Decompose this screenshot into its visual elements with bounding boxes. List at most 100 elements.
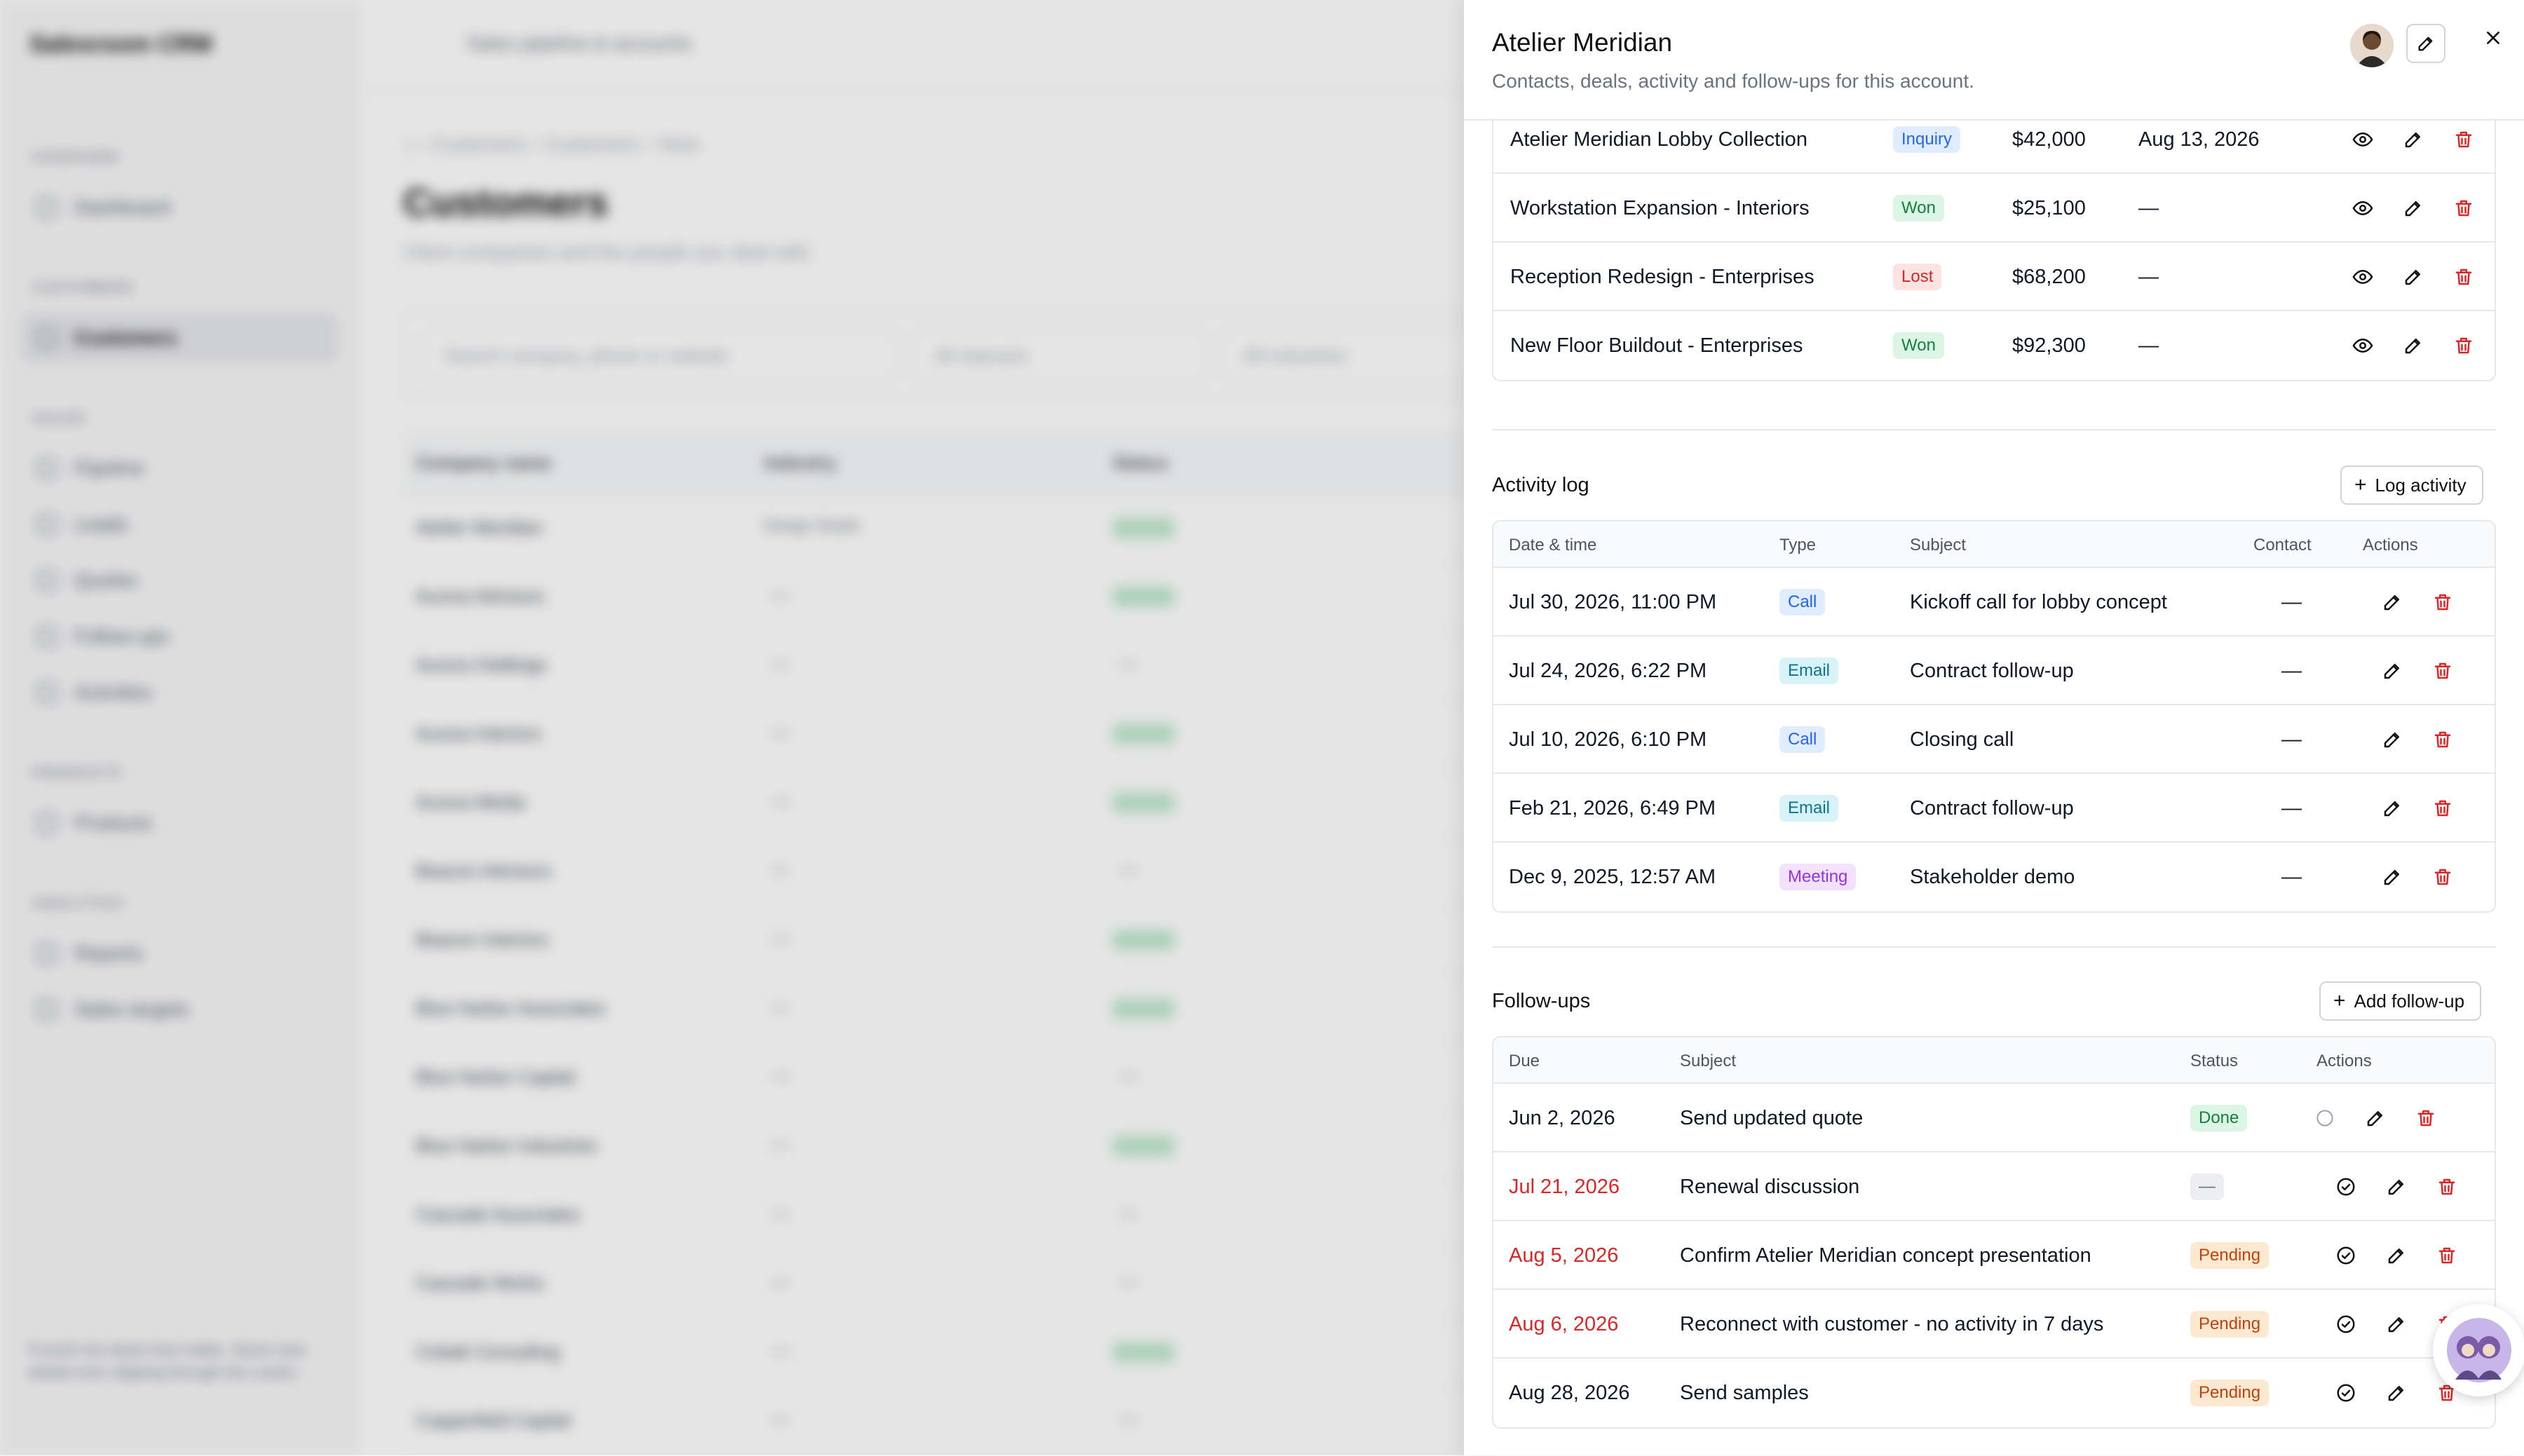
trash-icon	[2436, 1176, 2457, 1197]
activity-type-badge: Call	[1779, 568, 1826, 637]
follow-ups-title: Follow-ups	[1492, 990, 1591, 1012]
column-header: Date & time	[1509, 536, 1597, 554]
table-row[interactable]: Jul 30, 2026, 11:00 PM Call Kickoff call f…	[1493, 568, 2495, 637]
table-row[interactable]: Jul 10, 2026, 6:10 PM Call Closing call —	[1493, 705, 2495, 774]
table-row[interactable]: Reception Redesign - Enterprises Lost $68,…	[1493, 243, 2495, 311]
activity-contact: —	[2281, 728, 2302, 751]
delete-follow-up-button[interactable]	[2412, 1104, 2440, 1132]
delete-follow-up-button[interactable]	[2433, 1173, 2461, 1201]
trash-icon	[2432, 798, 2453, 819]
add-follow-up-button[interactable]: + Add follow-up	[2319, 981, 2482, 1021]
status-badge: Call	[1779, 726, 1826, 753]
deal-stage-badge: Lost	[1893, 243, 1942, 311]
deal-name: Reception Redesign - Enterprises	[1510, 265, 1814, 288]
follow-up-status-badge: —	[2190, 1152, 2224, 1221]
edit-activity-button[interactable]	[2378, 794, 2406, 822]
view-deal-button[interactable]	[2349, 263, 2377, 291]
view-deal-button[interactable]	[2349, 194, 2377, 222]
section-divider	[1492, 429, 2496, 430]
delete-deal-button[interactable]	[2450, 263, 2478, 291]
drawer-subtitle: Contacts, deals, activity and follow-ups…	[1492, 70, 1974, 92]
follow-up-due-date: Jul 21, 2026	[1509, 1175, 1620, 1198]
delete-activity-button[interactable]	[2429, 588, 2457, 616]
close-drawer-button[interactable]	[2479, 24, 2507, 52]
check-circle-icon	[2335, 1314, 2356, 1335]
table-row[interactable]: Jul 21, 2026 Renewal discussion —	[1493, 1152, 2495, 1221]
delete-follow-up-button[interactable]	[2433, 1241, 2461, 1270]
log-activity-button[interactable]: + Log activity	[2340, 465, 2483, 505]
delete-deal-button[interactable]	[2450, 125, 2478, 154]
delete-deal-button[interactable]	[2450, 332, 2478, 360]
edit-activity-button[interactable]	[2378, 726, 2406, 754]
follow-up-subject: Send samples	[1680, 1381, 1809, 1404]
follow-up-due-date: Jun 2, 2026	[1509, 1106, 1615, 1129]
activity-subject: Contract follow-up	[1910, 796, 2074, 819]
delete-deal-button[interactable]	[2450, 194, 2478, 222]
follow-up-status-badge: Pending	[2190, 1221, 2269, 1290]
deal-value: $68,200	[2012, 265, 2086, 288]
table-row[interactable]: Jul 24, 2026, 6:22 PM Email Contract follo…	[1493, 637, 2495, 705]
mark-done-button[interactable]	[2332, 1173, 2360, 1201]
activity-date: Jul 30, 2026, 11:00 PM	[1509, 590, 1717, 613]
mark-done-button[interactable]	[2332, 1241, 2360, 1270]
mark-pending-toggle[interactable]	[2311, 1104, 2339, 1132]
trash-icon	[2432, 729, 2453, 750]
edit-deal-button[interactable]	[2399, 194, 2427, 222]
edit-follow-up-button[interactable]	[2382, 1241, 2410, 1270]
edit-activity-button[interactable]	[2378, 863, 2406, 891]
activity-subject: Stakeholder demo	[1910, 865, 2075, 888]
modal-backdrop[interactable]	[0, 0, 1464, 1455]
edit-follow-up-button[interactable]	[2382, 1173, 2410, 1201]
mark-done-button[interactable]	[2332, 1379, 2360, 1407]
mark-done-button[interactable]	[2332, 1310, 2360, 1338]
column-header: Contact	[2253, 536, 2312, 554]
avatar-person-icon	[2350, 24, 2394, 67]
table-row[interactable]: Dec 9, 2025, 12:57 AM Meeting Stakeholder …	[1493, 843, 2495, 911]
edit-account-button[interactable]	[2406, 24, 2445, 63]
assistant-chat-bubble[interactable]	[2433, 1304, 2524, 1396]
view-deal-button[interactable]	[2349, 332, 2377, 360]
deal-close-date: —	[2138, 196, 2159, 219]
deal-stage-badge: Won	[1893, 174, 1944, 243]
delete-activity-button[interactable]	[2429, 726, 2457, 754]
eye-icon	[2352, 266, 2373, 287]
circle-icon	[2314, 1108, 2335, 1129]
check-circle-icon	[2335, 1382, 2356, 1403]
table-body: Jun 2, 2026 Send updated quote Done Jul 21,…	[1493, 1084, 2495, 1427]
follow-up-subject: Renewal discussion	[1680, 1175, 1860, 1198]
table-row[interactable]: Aug 28, 2026 Send samples Pending	[1493, 1359, 2495, 1427]
pencil-icon	[2365, 1108, 2386, 1129]
section-divider	[1492, 946, 2496, 948]
view-deal-button[interactable]	[2349, 125, 2377, 154]
activity-type-badge: Meeting	[1779, 843, 1857, 911]
activity-date: Dec 9, 2025, 12:57 AM	[1509, 865, 1716, 888]
edit-follow-up-button[interactable]	[2382, 1379, 2410, 1407]
edit-deal-button[interactable]	[2399, 332, 2427, 360]
status-badge: Won	[1893, 332, 1944, 359]
delete-activity-button[interactable]	[2429, 657, 2457, 685]
table-row[interactable]: Jun 2, 2026 Send updated quote Done	[1493, 1084, 2495, 1152]
edit-activity-button[interactable]	[2378, 588, 2406, 616]
edit-follow-up-button[interactable]	[2382, 1310, 2410, 1338]
table-row[interactable]: New Floor Buildout - Enterprises Won $92,3…	[1493, 311, 2495, 380]
delete-activity-button[interactable]	[2429, 794, 2457, 822]
drawer-header: Atelier Meridian Contacts, deals, activi…	[1464, 0, 2524, 121]
eye-icon	[2352, 335, 2373, 356]
add-follow-up-button-label: Add follow-up	[2354, 990, 2465, 1012]
edit-activity-button[interactable]	[2378, 657, 2406, 685]
table-row[interactable]: Feb 21, 2026, 6:49 PM Email Contract follo…	[1493, 774, 2495, 843]
log-activity-button-label: Log activity	[2375, 474, 2467, 496]
status-badge: Pending	[2190, 1380, 2269, 1406]
table-row[interactable]: Aug 5, 2026 Confirm Atelier Meridian conc…	[1493, 1221, 2495, 1290]
deal-value: $92,300	[2012, 334, 2086, 357]
follow-up-due-date: Aug 6, 2026	[1509, 1312, 1619, 1335]
deal-name: Workstation Expansion - Interiors	[1510, 196, 1810, 219]
trash-icon	[2432, 866, 2453, 887]
edit-deal-button[interactable]	[2399, 263, 2427, 291]
table-row[interactable]: Workstation Expansion - Interiors Won $25,…	[1493, 174, 2495, 243]
avatar[interactable]	[2350, 24, 2394, 67]
edit-follow-up-button[interactable]	[2361, 1104, 2389, 1132]
table-row[interactable]: Aug 6, 2026 Reconnect with customer - no …	[1493, 1290, 2495, 1359]
delete-activity-button[interactable]	[2429, 863, 2457, 891]
edit-deal-button[interactable]	[2399, 125, 2427, 154]
